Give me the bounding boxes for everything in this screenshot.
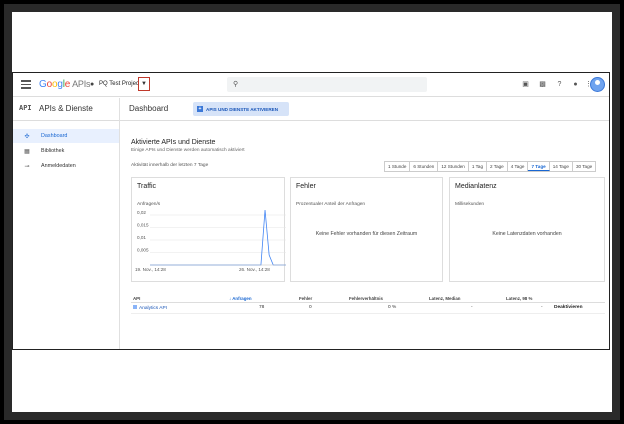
range-1-hour[interactable]: 1 Stunde (385, 162, 411, 171)
table-row: Analytics API 78 0 0 % - - Deaktivieren (131, 303, 605, 314)
key-icon: ⊸ (24, 163, 30, 170)
col-errors[interactable]: Fehler (299, 296, 312, 301)
range-6-hours[interactable]: 6 Stunden (410, 162, 439, 171)
deactivate-button[interactable]: Deaktivieren (554, 305, 583, 310)
api-name: Analytics API (139, 306, 167, 311)
inner-frame: Google APIs ● PQ Test Project ▼ ⚲ ▣ ▩ ? ●… (12, 12, 612, 412)
latency-98-value: - (541, 305, 543, 310)
traffic-series-line (150, 209, 286, 266)
x-tick-label: 26. Nov., 14:28 (239, 267, 270, 272)
bell-icon[interactable]: ● (571, 80, 580, 89)
col-requests[interactable]: ↓ Anfragen (229, 296, 252, 301)
errors-card: Fehler Prozentualer Anteil der Anfragen … (290, 177, 443, 282)
y-tick-label: 0,02 (137, 210, 146, 215)
errors-empty-message: Keine Fehler vorhanden für diesen Zeitra… (315, 231, 418, 237)
time-range-selector: 1 Stunde 6 Stunden 12 Stunden 1 Tag 2 Ta… (384, 161, 597, 172)
sidebar-divider (119, 98, 120, 349)
search-input[interactable] (245, 79, 421, 90)
search-bar[interactable]: ⚲ (227, 77, 427, 92)
more-vert-icon[interactable]: ⋮ (585, 80, 592, 89)
gift-icon[interactable]: ▣ (521, 80, 530, 89)
range-2-days[interactable]: 2 Tage (487, 162, 508, 171)
top-bar: Google APIs ● PQ Test Project ▼ ⚲ ▣ ▩ ? ●… (13, 73, 609, 97)
col-latency-98[interactable]: Latenz, 98 % (506, 296, 532, 301)
latency-median-value: - (471, 305, 473, 310)
y-tick-label: 0,01 (137, 235, 146, 240)
enabled-apis-subheading: Einige APIs und Dienste werden automatis… (131, 148, 245, 153)
traffic-card: Traffic Anfragen/s 0,02 0,015 0,01 0,005 19.… (131, 177, 286, 282)
sort-down-icon: ↓ (229, 296, 232, 301)
errors-card-subtitle: Prozentualer Anteil der Anfragen (296, 202, 366, 207)
console-window: Google APIs ● PQ Test Project ▼ ⚲ ▣ ▩ ? ●… (12, 72, 610, 350)
enable-apis-label: APIS UND DIENSTE AKTIVIEREN (206, 106, 279, 112)
search-icon: ⚲ (233, 81, 239, 88)
sidebar-item-label: Anmeldedaten (41, 163, 76, 169)
logo-letter: e (64, 79, 71, 90)
error-ratio-value: 0 % (388, 305, 397, 310)
chat-icon[interactable]: ▩ (538, 80, 547, 89)
latency-empty-message: Keine Latenzdaten vorhanden (492, 231, 562, 237)
project-dropdown-button[interactable]: ▼ (138, 77, 150, 91)
y-tick-label: 0,005 (137, 248, 149, 253)
sidebar-item-credentials[interactable]: ⊸ Anmeldedaten (13, 159, 119, 173)
enabled-apis-heading: Aktivierte APIs und Dienste (131, 139, 216, 146)
logo-letter: G (39, 79, 47, 90)
latency-card-title: Medianlatenz (455, 183, 497, 190)
range-4-days[interactable]: 4 Tage (508, 162, 529, 171)
sub-header: API APIs & Dienste Dashboard + APIS UND D… (13, 98, 609, 121)
api-badge: API (19, 104, 32, 112)
sidebar-item-library[interactable]: ▦ Bibliothek (13, 144, 119, 158)
traffic-chart: 0,02 0,015 0,01 0,005 19. Nov., 14:28 26. Nov… (135, 209, 286, 272)
latency-card: Medianlatenz Millisekunden Keine Latenzd… (449, 177, 605, 282)
range-14-days[interactable]: 14 Tage (550, 162, 573, 171)
project-name[interactable]: PQ Test Project (99, 81, 141, 87)
dashboard-icon: ✣ (24, 133, 30, 140)
errors-value: 0 (309, 305, 312, 310)
col-requests-label: Anfragen (232, 296, 252, 301)
activity-range-label: Aktivität innerhalb der letzten 7 Tage (131, 163, 209, 168)
api-icon (133, 305, 137, 309)
sidebar-item-dashboard[interactable]: ✣ Dashboard (13, 129, 119, 143)
project-icon: ● (90, 81, 95, 88)
google-apis-logo[interactable]: Google APIs (39, 79, 91, 90)
page-title: Dashboard (129, 104, 169, 113)
col-api[interactable]: API (133, 296, 140, 301)
y-tick-label: 0,015 (137, 223, 149, 228)
range-30-days[interactable]: 30 Tage (573, 162, 595, 171)
api-table-header: API ↓ Anfragen Fehler Fehlerverhältnis L… (131, 294, 605, 303)
logo-apis-text: APIs (72, 79, 91, 89)
range-1-day[interactable]: 1 Tag (469, 162, 488, 171)
library-icon: ▦ (24, 148, 30, 155)
caret-down-icon: ▼ (141, 81, 147, 87)
latency-card-subtitle: Millisekunden (455, 202, 485, 207)
api-name-link[interactable]: Analytics API (133, 305, 167, 311)
col-error-ratio[interactable]: Fehlerverhältnis (349, 296, 383, 301)
avatar[interactable] (590, 77, 605, 92)
col-latency-median[interactable]: Latenz, Median (429, 296, 460, 301)
plus-icon: + (197, 106, 203, 112)
requests-value: 78 (259, 305, 265, 310)
section-title: APIs & Dienste (39, 104, 93, 113)
sidebar-item-label: Bibliothek (41, 148, 65, 154)
sidebar-item-label: Dashboard (41, 133, 68, 139)
enable-apis-button[interactable]: + APIS UND DIENSTE AKTIVIEREN (193, 102, 289, 116)
x-tick-label: 19. Nov., 14:28 (135, 267, 166, 272)
range-7-days[interactable]: 7 Tage (528, 162, 550, 171)
errors-card-title: Fehler (296, 183, 316, 190)
help-icon[interactable]: ? (555, 80, 564, 89)
menu-icon[interactable] (21, 80, 31, 89)
range-12-hours[interactable]: 12 Stunden (438, 162, 469, 171)
